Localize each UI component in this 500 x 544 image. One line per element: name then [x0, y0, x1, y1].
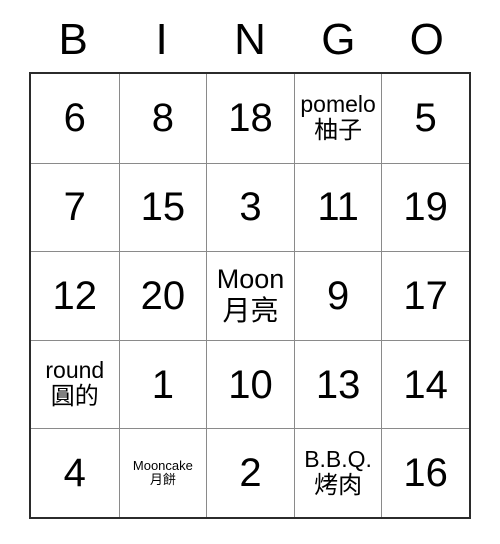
bingo-cell-b3[interactable]: 12 [31, 251, 119, 340]
bingo-cell-i3[interactable]: 20 [118, 251, 207, 340]
bingo-cell-o2[interactable]: 19 [381, 162, 469, 252]
bingo-cell-o1[interactable]: 5 [381, 74, 469, 163]
bingo-header-letter-i: I [155, 15, 168, 64]
bingo-cell-primary-text: 3 [239, 185, 262, 230]
bingo-cell-n4[interactable]: 10 [206, 339, 294, 429]
bingo-cell-primary-text: B.B.Q. [304, 445, 372, 472]
bingo-cell-b4[interactable]: round 圓的 [31, 339, 119, 429]
bingo-cell-primary-text: pomelo [300, 90, 376, 117]
bingo-cell-i1[interactable]: 8 [118, 74, 207, 163]
bingo-cell-g2[interactable]: 11 [293, 162, 382, 252]
bingo-cell-g4[interactable]: 13 [293, 339, 382, 429]
bingo-cell-g1[interactable]: pomelo 柚子 [293, 74, 382, 163]
bingo-card: B I N G O 6 8 18 pomelo 柚子 5 7 15 3 11 1… [29, 8, 471, 519]
bingo-grid: 6 8 18 pomelo 柚子 5 7 15 3 11 19 12 20 Mo… [29, 72, 471, 519]
bingo-cell-secondary-text: 月餅 [149, 471, 176, 487]
bingo-cell-primary-text: 14 [403, 362, 448, 407]
bingo-header-row: B I N G O [29, 8, 471, 72]
bingo-cell-primary-text: 13 [315, 362, 361, 407]
bingo-cell-o5[interactable]: 16 [381, 428, 469, 517]
bingo-cell-primary-text: 15 [140, 185, 186, 230]
bingo-cell-secondary-text: 月亮 [222, 294, 279, 326]
bingo-cell-primary-text: 17 [403, 273, 448, 318]
bingo-row: 7 15 3 11 19 [31, 162, 469, 252]
bingo-cell-primary-text: round [45, 357, 105, 384]
bingo-row: 6 8 18 pomelo 柚子 5 [31, 74, 469, 163]
bingo-row: 12 20 Moon 月亮 9 17 [31, 251, 469, 340]
bingo-cell-primary-text: 7 [63, 185, 86, 230]
bingo-cell-o3[interactable]: 17 [381, 251, 469, 340]
bingo-cell-n3[interactable]: Moon 月亮 [206, 251, 294, 340]
bingo-header-letter-n: N [234, 15, 266, 64]
bingo-cell-b2[interactable]: 7 [31, 162, 119, 252]
bingo-cell-g5[interactable]: B.B.Q. 烤肉 [293, 428, 382, 517]
bingo-cell-o4[interactable]: 14 [381, 339, 469, 429]
bingo-cell-g3[interactable]: 9 [293, 251, 382, 340]
bingo-cell-primary-text: 5 [414, 96, 437, 141]
bingo-cell-primary-text: 1 [151, 362, 175, 407]
bingo-cell-primary-text: 2 [239, 451, 262, 496]
bingo-cell-i2[interactable]: 15 [118, 162, 207, 252]
bingo-header-letter-o: O [409, 15, 444, 64]
bingo-cell-b1[interactable]: 6 [31, 74, 119, 163]
bingo-cell-primary-text: 18 [228, 96, 273, 141]
bingo-cell-primary-text: 12 [52, 273, 98, 318]
bingo-cell-primary-text: 6 [63, 96, 86, 141]
bingo-cell-primary-text: 9 [326, 273, 350, 318]
bingo-cell-secondary-text: 圓的 [50, 383, 99, 411]
bingo-cell-i4[interactable]: 1 [118, 339, 207, 429]
bingo-cell-i5[interactable]: Mooncake 月餅 [118, 428, 207, 517]
bingo-header-letter-g: G [321, 15, 356, 64]
bingo-cell-n5[interactable]: 2 [206, 428, 294, 517]
bingo-cell-n1[interactable]: 18 [206, 74, 294, 163]
bingo-cell-primary-text: 10 [228, 362, 273, 407]
bingo-cell-primary-text: 11 [317, 185, 359, 230]
bingo-header-letter-b: B [58, 15, 88, 64]
bingo-cell-primary-text: Moon [216, 264, 285, 295]
bingo-cell-secondary-text: 烤肉 [314, 472, 363, 500]
bingo-row: round 圓的 1 10 13 14 [31, 339, 469, 429]
bingo-cell-primary-text: 4 [63, 451, 86, 496]
bingo-cell-primary-text: 16 [403, 451, 448, 496]
bingo-cell-primary-text: 20 [140, 273, 186, 318]
bingo-row: 4 Mooncake 月餅 2 B.B.Q. 烤肉 16 [31, 428, 469, 517]
bingo-cell-n2[interactable]: 3 [206, 162, 294, 252]
bingo-cell-b5[interactable]: 4 [31, 428, 119, 517]
bingo-cell-secondary-text: 柚子 [314, 117, 363, 145]
bingo-cell-primary-text: 8 [151, 96, 175, 141]
bingo-cell-primary-text: Mooncake [132, 457, 193, 473]
bingo-cell-primary-text: 19 [403, 185, 448, 230]
